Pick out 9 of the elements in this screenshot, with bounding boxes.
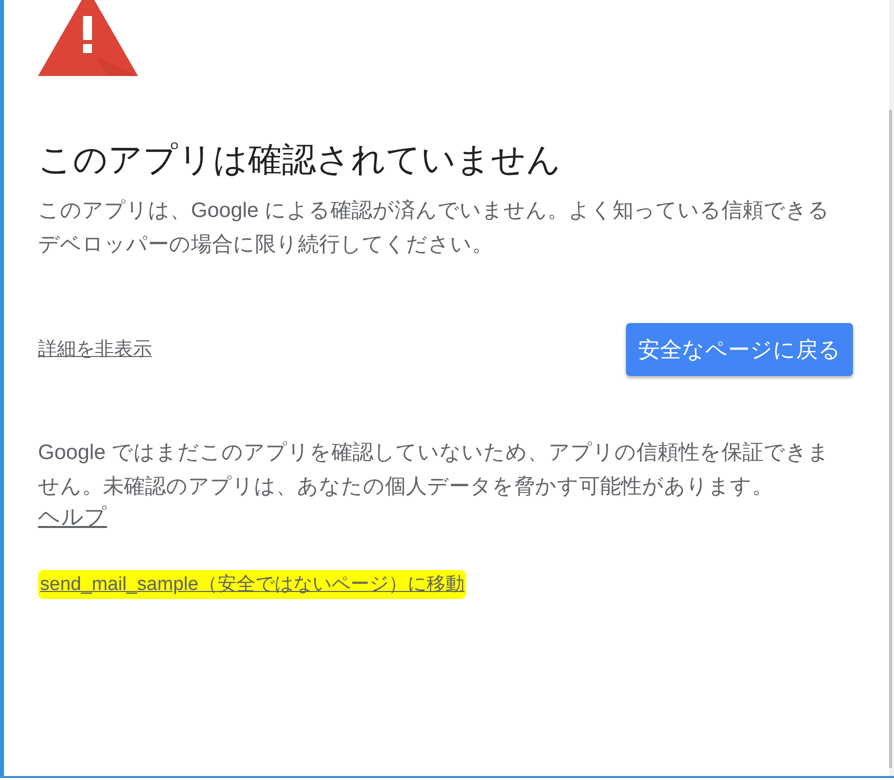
- help-link[interactable]: ヘルプ: [38, 504, 107, 529]
- warning-icon: [38, 0, 138, 76]
- back-to-safety-button[interactable]: 安全なページに戻る: [626, 323, 853, 376]
- description-text: このアプリは、Google による確認が済んでいません。よく知っている信頼できるデベロッパーの場合に限り続行してください。: [38, 198, 831, 258]
- hide-details-link[interactable]: 詳細を非表示: [38, 336, 152, 364]
- scrollbar-thumb[interactable]: [889, 110, 892, 768]
- page-title: このアプリは確認されていません: [38, 140, 562, 181]
- proceed-link[interactable]: send_mail_sample（安全ではないページ）に移動: [38, 570, 466, 599]
- details-text: Google ではまだこのアプリを確認していないため、アプリの信頼性を保証できません。未確認のアプリは、あなたの個人データを脅かす可能性があります。: [38, 440, 831, 500]
